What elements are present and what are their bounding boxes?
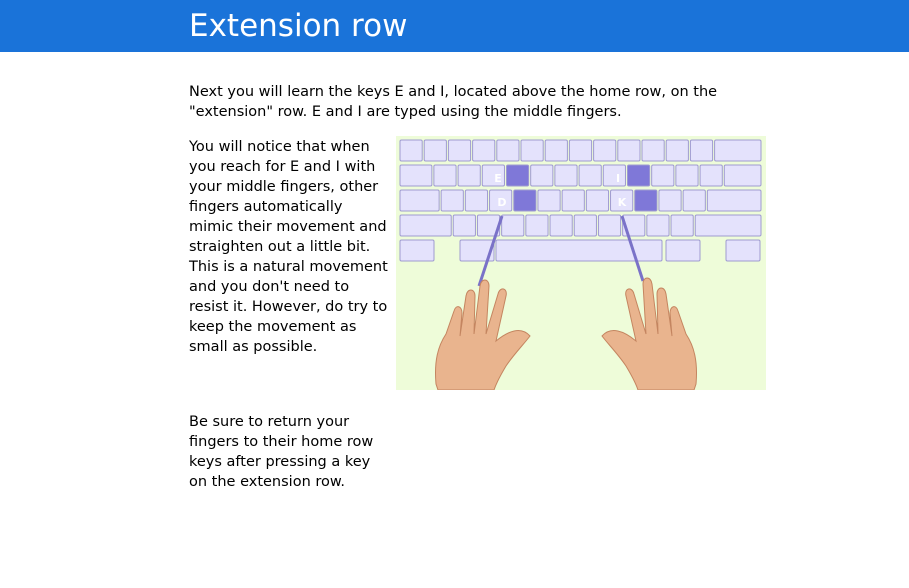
keyboard-key xyxy=(568,139,593,162)
keyboard-key xyxy=(447,139,472,162)
keyboard-key xyxy=(597,214,622,237)
keyboard-key xyxy=(670,214,694,237)
keyboard-key xyxy=(544,139,568,162)
spacebar-key xyxy=(495,239,663,262)
keyboard-key xyxy=(573,214,597,237)
keyboard-key xyxy=(549,214,573,237)
header-bar: Extension row xyxy=(0,0,909,52)
keyboard-key xyxy=(706,189,762,212)
key-label-i: I xyxy=(616,172,620,185)
keyboard-key xyxy=(658,189,682,212)
keyboard-key xyxy=(440,189,464,212)
keyboard-key xyxy=(651,164,675,187)
keyboard-key xyxy=(501,214,525,237)
keyboard-key xyxy=(682,189,706,212)
keyboard-key xyxy=(617,139,641,162)
keyboard-key xyxy=(530,164,554,187)
keyboard-key xyxy=(554,164,578,187)
keyboard-key xyxy=(399,189,440,212)
keyboard-key xyxy=(585,189,610,212)
keyboard-key xyxy=(464,189,489,212)
keyboard-key xyxy=(561,189,585,212)
keyboard-key xyxy=(457,164,481,187)
keyboard-key xyxy=(399,139,423,162)
keyboard-key xyxy=(423,139,447,162)
keyboard-key xyxy=(399,214,452,237)
key-e-highlighted xyxy=(505,164,530,187)
right-hand-image xyxy=(601,277,697,390)
keyboard-key xyxy=(665,139,689,162)
keyboard-key xyxy=(525,214,549,237)
key-k-highlighted xyxy=(634,189,658,212)
keyboard-key xyxy=(723,164,762,187)
left-hand-image xyxy=(435,279,531,390)
keyboard-key xyxy=(593,139,617,162)
key-label-k: K xyxy=(618,196,627,209)
keyboard-hands-illustration: E I D K xyxy=(396,136,766,390)
keyboard-key xyxy=(689,139,714,162)
keyboard-key xyxy=(694,214,762,237)
intro-text: Next you will learn the keys E and I, lo… xyxy=(189,84,718,120)
keyboard-key xyxy=(433,164,457,187)
keyboard-key xyxy=(699,164,723,187)
keyboard-key xyxy=(641,139,665,162)
keyboard-key xyxy=(472,139,496,162)
key-label-d: D xyxy=(497,196,506,209)
keyboard-key xyxy=(520,139,544,162)
keyboard-key xyxy=(578,164,602,187)
key-d-highlighted xyxy=(513,189,537,212)
keyboard-key xyxy=(602,164,626,187)
keyboard-key xyxy=(646,214,670,237)
keyboard-key xyxy=(399,239,435,262)
keyboard-key xyxy=(537,189,561,212)
keyboard-key xyxy=(399,164,433,187)
explanation-paragraph: You will notice that when you reach for … xyxy=(189,139,388,355)
return-reminder-paragraph: Be sure to return your fingers to their … xyxy=(189,414,374,490)
key-i-highlighted xyxy=(626,164,651,187)
page-title: Extension row xyxy=(189,8,408,44)
keyboard-diagram: E I D K xyxy=(399,139,762,390)
keyboard-keys xyxy=(399,139,762,262)
keyboard-key xyxy=(725,239,761,262)
keyboard-key xyxy=(675,164,699,187)
keyboard-key xyxy=(665,239,701,262)
keyboard-key xyxy=(452,214,476,237)
keyboard-key xyxy=(714,139,762,162)
key-label-e: E xyxy=(494,172,502,185)
keyboard-key xyxy=(496,139,520,162)
